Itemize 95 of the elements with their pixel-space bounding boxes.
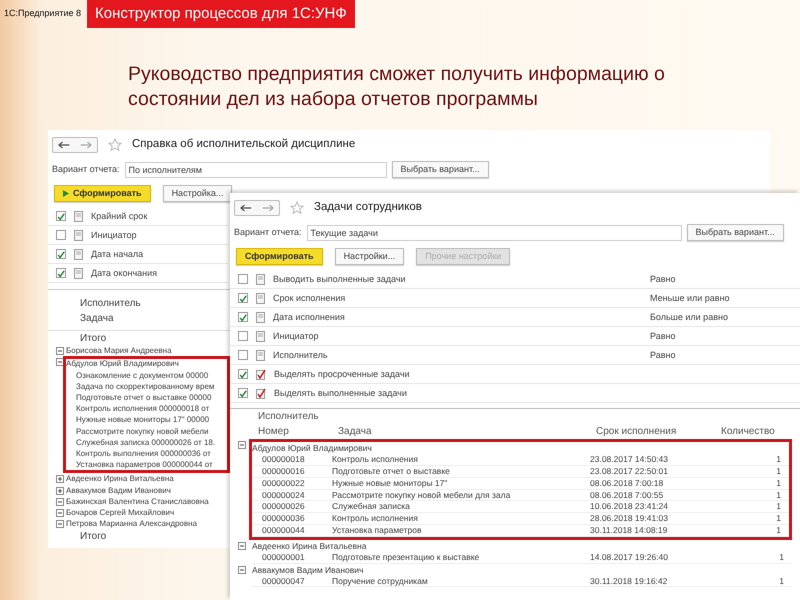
- table-cell-text: 000000036: [261, 513, 306, 526]
- task-name: Установка параметров 000000044 от: [76, 459, 213, 470]
- table-cell-text: Установка параметров: [332, 525, 422, 537]
- table-cell-text: 28.06.2018 19:41:03: [590, 513, 669, 526]
- table-cell-text: 30.11.2018 19:16:42: [590, 576, 668, 588]
- setting-label: Исполнитель: [273, 348, 329, 362]
- table-cell-text: 1: [775, 490, 782, 502]
- toolbar-button[interactable]: Настройка...: [162, 185, 232, 202]
- condition-label: Меньше или равно: [650, 292, 731, 305]
- table-cell-text: 08.06.2018 7:00:55: [590, 490, 664, 502]
- condition-label: Больше или равно: [650, 310, 729, 324]
- table-cell-text: Контроль исполнения: [332, 513, 419, 526]
- variant-label: Вариант отчета:: [52, 163, 120, 176]
- column-header: Задача: [79, 312, 115, 326]
- window-title: Справка об исполнительской дисциплине: [132, 137, 356, 152]
- setting-label: Выделять выполненные задачи: [274, 386, 408, 400]
- setting-label: Срок исполнения: [273, 292, 346, 305]
- choose-variant-button[interactable]: Выбрать вариант...: [686, 224, 784, 242]
- setting-label: Крайний срок: [91, 210, 148, 223]
- table-cell-text: 000000026: [261, 501, 306, 514]
- choose-variant-button[interactable]: Выбрать вариант...: [392, 161, 489, 178]
- setting-label: Выводить выполненные задачи: [273, 272, 407, 286]
- column-header: Задача: [338, 425, 373, 440]
- task-name: Служебная записка 000000026 от 18.: [76, 436, 216, 448]
- toolbar-button[interactable]: Настройки...: [334, 248, 404, 266]
- variant-field[interactable]: По исполнителям: [124, 162, 386, 178]
- task-name: Подготовьте отчет о выставке 00000: [76, 392, 212, 404]
- toolbar-button[interactable]: Сформировать: [236, 248, 323, 266]
- table-cell-text: 1: [775, 454, 782, 466]
- table-cell-text: 1: [775, 525, 782, 537]
- table-cell-text: 000000024: [261, 490, 306, 502]
- group-name: Борисова Мария Андреевна: [66, 345, 172, 356]
- column-header: Исполнитель: [258, 410, 320, 424]
- group-name: Авдеенко Ирина Витальевна: [252, 540, 366, 552]
- total-label: Итого: [48, 330, 230, 346]
- table-cell-text: 1: [778, 552, 785, 564]
- group-name: Авдеенко Ирина Витальевна: [66, 473, 174, 485]
- task-name: Нужные новые мониторы 17" 00000: [76, 414, 210, 426]
- table-cell-text: 000000022: [261, 478, 306, 490]
- column-header: Срок исполнения: [596, 425, 678, 440]
- table-cell-text: 1: [778, 576, 785, 588]
- setting-label: Инициатор: [273, 330, 320, 343]
- slide-title: Конструктор процессов для 1С:УНФ: [86, 0, 355, 28]
- brand-label: 1С:Предприятие 8: [4, 7, 81, 20]
- table-cell-text: Нужные новые мониторы 17": [332, 478, 448, 490]
- table-cell-text: 1: [775, 513, 782, 526]
- table-cell-text: 1: [775, 501, 782, 514]
- task-name: Ознакомление с документом 00000: [76, 370, 208, 381]
- setting-label: Дата начала: [91, 248, 144, 261]
- group-name: Абдулов Юрий Владимирович: [252, 442, 372, 454]
- table-cell-text: Контроль исполнения: [332, 454, 419, 466]
- table-cell-text: 000000016: [261, 466, 306, 478]
- table-cell-text: 1: [775, 466, 782, 478]
- table-cell-text: 30.11.2018 14:08:19: [590, 525, 668, 537]
- table-cell-text: 14.08.2017 19:26:40: [590, 552, 669, 564]
- column-header: Исполнитель: [79, 297, 142, 312]
- table-cell-text: 000000001: [261, 552, 306, 564]
- condition-label: Равно: [650, 330, 676, 342]
- setting-label: Дата исполнения: [273, 310, 346, 324]
- group-name: Аввакумов Вадим Иванович: [252, 564, 364, 576]
- toolbar-button[interactable]: Сформировать: [54, 185, 151, 202]
- table-cell-text: Подготовьте презентацию к выставке: [332, 552, 480, 564]
- table-cell-text: 000000018: [261, 454, 306, 466]
- table-cell-text: 23.08.2017 22:50:01: [590, 466, 669, 478]
- table-cell-text: 10.06.2018 23:41:24: [590, 501, 669, 514]
- condition-label: Равно: [650, 272, 676, 286]
- table-cell-text: Рассмотрите покупку новой мебели для зала: [332, 490, 512, 502]
- column-header: Номер: [258, 425, 290, 440]
- table-cell-text: 000000047: [261, 576, 306, 588]
- variant-label: Вариант отчета:: [234, 226, 302, 239]
- table-cell-text: 08.06.2018 7:00:18: [590, 478, 664, 490]
- window-title: Задачи сотрудников: [314, 200, 422, 215]
- column-header: Количество: [721, 425, 776, 440]
- slide-heading: Руководство предприятия сможет получить информацию о состоянии дел из набора отчетов программы: [128, 62, 666, 112]
- setting-label: Инициатор: [91, 228, 138, 242]
- table-cell-text: 1: [775, 478, 782, 490]
- setting-label: Дата окончания: [91, 266, 158, 280]
- task-name: Контроль выполнения 000000036 от: [76, 448, 211, 460]
- group-name: Бочаров Сергей Михайлович: [66, 506, 174, 518]
- variant-field[interactable]: Текущие задачи: [306, 224, 682, 241]
- setting-label: Выделять просроченные задачи: [274, 368, 411, 381]
- group-name: Аввакумов Вадим Иванович: [66, 484, 171, 496]
- table-cell-text: Служебная записка: [332, 501, 411, 514]
- condition-label: Равно: [650, 348, 676, 362]
- group-name: Бажинская Валентина Станиславовна: [66, 496, 209, 507]
- task-name: Рассмотрите покупку новой мебели: [76, 426, 208, 437]
- total-label: Итого: [79, 530, 108, 544]
- table-cell-text: 23.08.2017 14:50:43: [590, 454, 669, 466]
- task-name: Задача по скорректированному врем: [76, 380, 214, 392]
- task-name: Контроль исполнения 000000018 от: [76, 403, 210, 414]
- group-name: Абдулов Юрий Владимирович: [66, 358, 179, 370]
- group-name: Петрова Марианна Александровна: [66, 518, 197, 530]
- table-cell-text: 000000044: [261, 525, 306, 537]
- table-cell-text: Поручение сотрудникам: [332, 576, 429, 588]
- table-cell-text: Подготовьте отчет о выставке: [332, 466, 451, 478]
